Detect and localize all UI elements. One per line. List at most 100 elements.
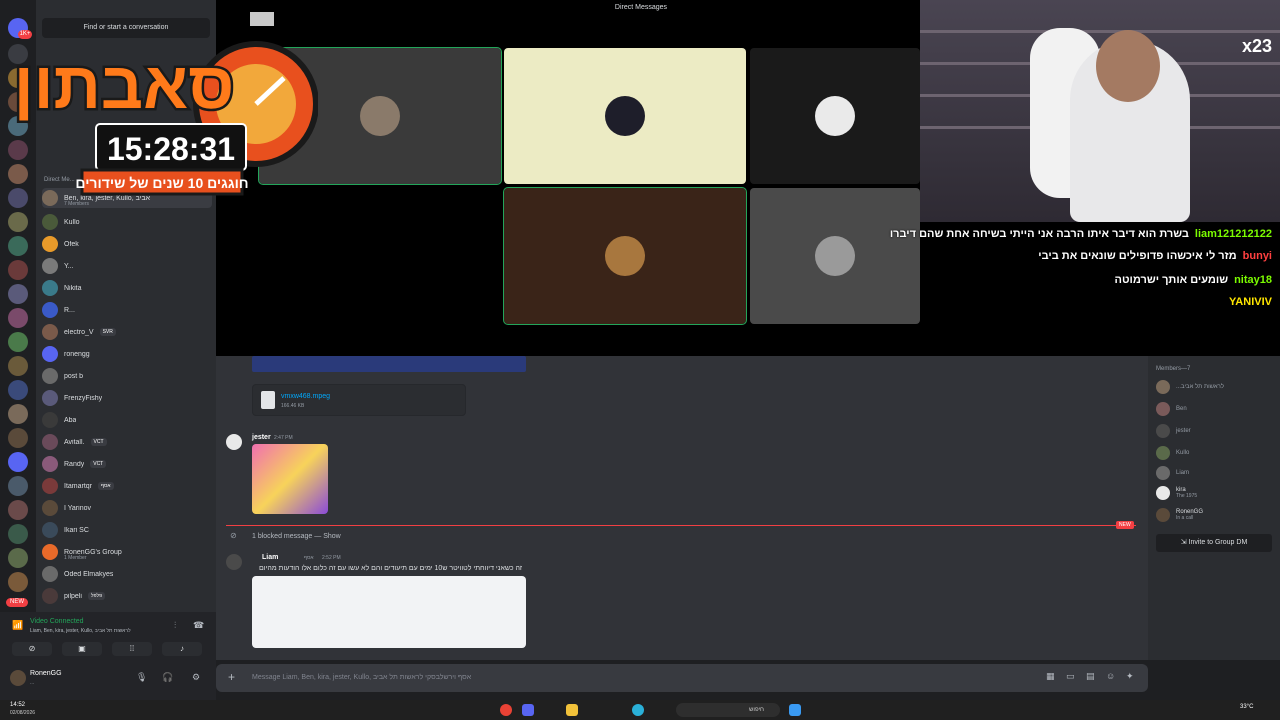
message-author[interactable]: Liam [262,554,278,561]
avatar [815,236,855,276]
message-timestamp: 2:52 PM [322,555,341,561]
dm-item-name: Ofek [64,240,79,248]
dm-item[interactable]: Y... [42,256,212,276]
avatar [42,500,58,516]
server-icon[interactable] [8,308,28,328]
member-item[interactable]: RonenGG In a call [1156,508,1203,522]
video-tile[interactable] [504,48,746,184]
clock[interactable]: 14:52 [10,702,25,708]
file-attachment[interactable]: vmxw468.mpeg 166.46 KB [252,384,466,416]
start-icon[interactable] [789,704,801,716]
server-icon[interactable] [8,380,28,400]
dm-item-name: electro_V [64,328,94,336]
image-attachment[interactable] [252,356,526,372]
avatar[interactable] [10,670,26,686]
blocked-message-notice[interactable]: 1 blocked message — Show [252,533,341,540]
video-tile[interactable] [750,48,920,184]
avatar[interactable] [226,434,242,450]
dm-item[interactable]: electro_V SVR [42,322,212,342]
sticker-icon[interactable]: ▤ [1086,671,1095,682]
edge-icon[interactable] [632,704,644,716]
server-icon[interactable] [8,236,28,256]
emoji-icon[interactable]: ☺ [1106,671,1115,681]
avatar [42,346,58,362]
server-icon[interactable] [8,428,28,448]
server-icon[interactable] [8,284,28,304]
server-icon[interactable] [8,212,28,232]
activities-button[interactable]: ⁞⁞ [112,642,152,656]
member-item[interactable]: Liam [1156,466,1189,480]
explorer-icon[interactable] [566,704,578,716]
invite-to-group-button[interactable]: ⇲ Invite to Group DM [1156,534,1272,552]
server-icon[interactable] [8,260,28,280]
add-attachment-icon[interactable]: + [228,670,235,684]
member-item[interactable]: Ben [1156,402,1187,416]
member-item[interactable]: jester [1156,424,1191,438]
avatar[interactable] [226,554,242,570]
sub-counter: x23 [1241,36,1272,56]
dm-item[interactable]: Kullo [42,212,212,232]
avatar [42,522,58,538]
server-icon[interactable] [8,524,28,544]
server-icon[interactable] [8,404,28,424]
dm-item[interactable]: pilpeli פלפל [42,586,212,606]
discord-server-icon[interactable] [8,452,28,472]
member-item[interactable]: ...לראשות תל אביב [1156,380,1224,394]
dm-item[interactable]: Ikari SC [42,520,212,540]
avatar [42,390,58,406]
voice-status[interactable]: Video Connected [30,618,84,625]
dm-item[interactable]: R... [42,300,212,320]
camera-off-button[interactable]: ⊘ [12,642,52,656]
dm-item[interactable]: Avitall. VCT [42,432,212,452]
server-icon[interactable] [8,548,28,568]
dm-item[interactable]: Itamartqr אסף [42,476,212,496]
dm-item[interactable]: I Yarinov [42,498,212,518]
apps-icon[interactable]: ✦ [1126,671,1134,682]
server-icon[interactable] [8,476,28,496]
video-tile[interactable] [503,187,747,325]
screen-share-button[interactable]: ▣ [62,642,102,656]
microphone-icon[interactable]: 🎙 [136,672,147,683]
weather-temp[interactable]: 33°C [1240,704,1253,710]
message-screenshot[interactable] [252,576,526,648]
member-item[interactable]: kira The 1975 [1156,486,1197,500]
dm-item[interactable]: FrenzyFishy [42,388,212,408]
chrome-icon[interactable] [500,704,512,716]
file-name[interactable]: vmxw468.mpeg [281,393,330,400]
member-item[interactable]: Kullo [1156,446,1189,460]
gift-icon[interactable]: ▦ [1046,671,1055,682]
message-image[interactable] [252,444,328,514]
noise-suppression-icon[interactable]: ⫶ [174,620,176,631]
server-icon[interactable] [8,356,28,376]
video-tile[interactable] [750,188,920,324]
server-icon[interactable] [8,332,28,352]
server-icon[interactable] [8,500,28,520]
disconnect-icon[interactable]: ☎ [193,620,204,631]
dm-item[interactable]: ronengg [42,344,212,364]
avatar [42,588,58,604]
avatar [42,258,58,274]
soundboard-button[interactable]: ♪ [162,642,202,656]
discord-icon[interactable] [522,704,534,716]
dm-item[interactable]: Oded Elmakyes [42,564,212,584]
message-composer[interactable]: + Message Liam, Ben, kira, jester, Kullo… [216,664,1148,692]
dm-item[interactable]: Randy VCT [42,454,212,474]
dm-item[interactable]: post b [42,366,212,386]
headphones-icon[interactable]: 🎧 [162,672,173,683]
stream-chat-user: nitay18 [1234,274,1272,286]
taskbar-search[interactable]: חיפוש [676,703,780,717]
dm-item-name: I Yarinov [64,504,91,512]
user-tag: SVR [99,328,116,336]
dm-item[interactable]: Aba [42,410,212,430]
dm-item[interactable]: RonenGG's Group 1 Member [42,542,212,562]
message-input[interactable]: Message Liam, Ben, kira, jester, Kullo, … [252,674,471,681]
message-author[interactable]: jester [252,434,271,441]
settings-gear-icon[interactable]: ⚙ [192,672,200,683]
dm-item[interactable]: Ofek [42,234,212,254]
username: RonenGG [30,670,62,677]
member-name: Liam [1176,470,1190,476]
windows-taskbar: 14:52 02/08/2026 חיפוש 33°C [0,700,1280,720]
dm-item[interactable]: Nikita [42,278,212,298]
server-icon[interactable] [8,572,28,592]
gif-icon[interactable]: ▭ [1066,671,1075,682]
